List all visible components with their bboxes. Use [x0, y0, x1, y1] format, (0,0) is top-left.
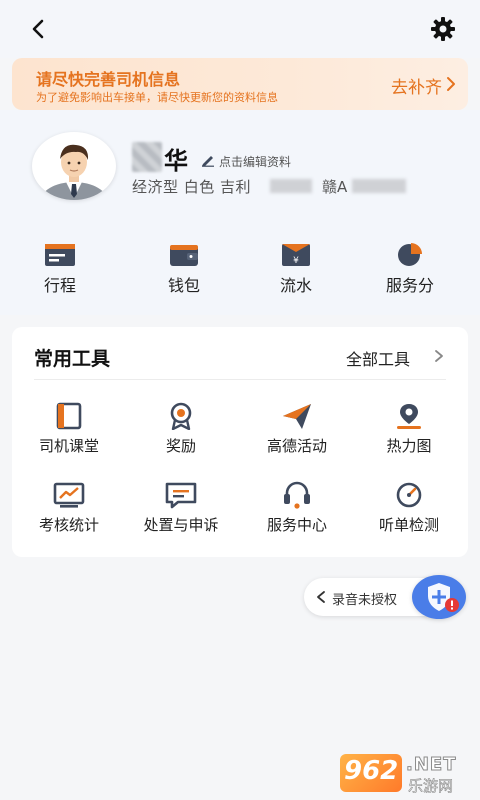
quick-action-label: 行程	[43, 276, 76, 295]
avatar[interactable]	[32, 132, 116, 200]
watermark-cn: 乐游网	[408, 777, 454, 796]
name-redacted	[132, 142, 162, 172]
chevron-right-icon	[447, 77, 455, 91]
chevron-left-icon	[317, 591, 325, 603]
quick-action-label: 钱包	[167, 276, 200, 295]
tool-service-center[interactable]: 服务中心	[240, 481, 354, 541]
plate-number: 赣A	[322, 178, 348, 196]
back-arrow-icon[interactable]	[24, 14, 54, 44]
banner-subtitle: 为了避免影响出车接单，请尽快更新您的资料信息	[36, 91, 278, 104]
plate-redacted	[352, 179, 406, 193]
service-score-icon	[398, 243, 422, 266]
safety-shield-button[interactable]	[412, 575, 466, 619]
tool-order-check[interactable]: 听单检测	[352, 481, 466, 541]
tool-label: 服务中心	[266, 516, 327, 534]
tools-card: 常用工具 全部工具 司机课堂 奖励 高德活动 热力图 考核统计 处置与申诉 服务…	[12, 327, 468, 557]
quick-action-itinerary[interactable]: 行程	[0, 236, 120, 300]
tool-label: 考核统计	[38, 516, 99, 534]
appeal-icon	[165, 482, 197, 509]
edit-profile-link[interactable]: 点击编辑资料	[219, 153, 291, 170]
wallet-icon	[170, 245, 198, 266]
tool-label: 听单检测	[378, 516, 439, 534]
tool-reward[interactable]: 奖励	[124, 402, 238, 462]
banner-action-link[interactable]: 去补齐	[391, 73, 442, 98]
tool-heatmap[interactable]: 热力图	[352, 402, 466, 462]
driver-class-icon	[56, 402, 82, 430]
quick-action-label: 服务分	[385, 276, 434, 295]
top-bar	[0, 0, 480, 58]
quick-action-income-flow[interactable]: ¥ 流水	[236, 236, 356, 300]
quick-action-wallet[interactable]: 钱包	[124, 236, 244, 300]
quick-action-service-score[interactable]: 服务分	[350, 236, 470, 300]
tool-assessment-stats[interactable]: 考核统计	[12, 481, 126, 541]
assessment-stats-icon	[53, 482, 85, 508]
tool-label: 高德活动	[266, 437, 327, 455]
tool-label: 奖励	[165, 437, 196, 455]
chevron-right-icon	[435, 350, 443, 362]
watermark-net: .NET	[405, 754, 457, 776]
tool-label: 热力图	[386, 437, 432, 455]
tool-driver-class[interactable]: 司机课堂	[12, 402, 126, 462]
tools-title: 常用工具	[34, 348, 111, 370]
amap-activity-icon	[283, 404, 311, 429]
shield-plus-icon	[428, 583, 459, 612]
all-tools-link[interactable]: 全部工具	[346, 346, 410, 370]
svg-text:¥: ¥	[293, 256, 299, 266]
tool-appeal[interactable]: 处置与申诉	[124, 481, 238, 541]
divider	[34, 379, 446, 380]
itinerary-icon	[45, 244, 75, 266]
reward-icon	[170, 402, 192, 430]
car-model-redacted	[270, 179, 312, 193]
service-center-icon	[284, 481, 310, 509]
tool-label: 司机课堂	[38, 437, 99, 455]
order-check-icon	[396, 482, 422, 508]
watermark-number: 962	[344, 756, 399, 786]
income-flow-icon: ¥	[282, 244, 310, 266]
driver-avatar-icon	[40, 144, 108, 200]
complete-info-banner[interactable]: 请尽快完善司机信息 为了避免影响出车接单，请尽快更新您的资料信息 去补齐	[12, 58, 468, 110]
site-watermark: 962 .NET 乐游网	[340, 752, 476, 796]
settings-gear-icon[interactable]	[428, 14, 458, 44]
recording-label: 录音未授权	[332, 593, 398, 608]
banner-title: 请尽快完善司机信息	[36, 70, 181, 89]
car-info: 经济型 白色 吉利	[132, 178, 252, 196]
tool-amap-activity[interactable]: 高德活动	[240, 402, 354, 462]
quick-action-label: 流水	[279, 276, 312, 295]
tool-label: 处置与申诉	[143, 516, 219, 534]
edit-pen-icon[interactable]	[200, 153, 216, 167]
driver-name: 华	[164, 147, 188, 175]
heatmap-icon	[397, 404, 421, 429]
